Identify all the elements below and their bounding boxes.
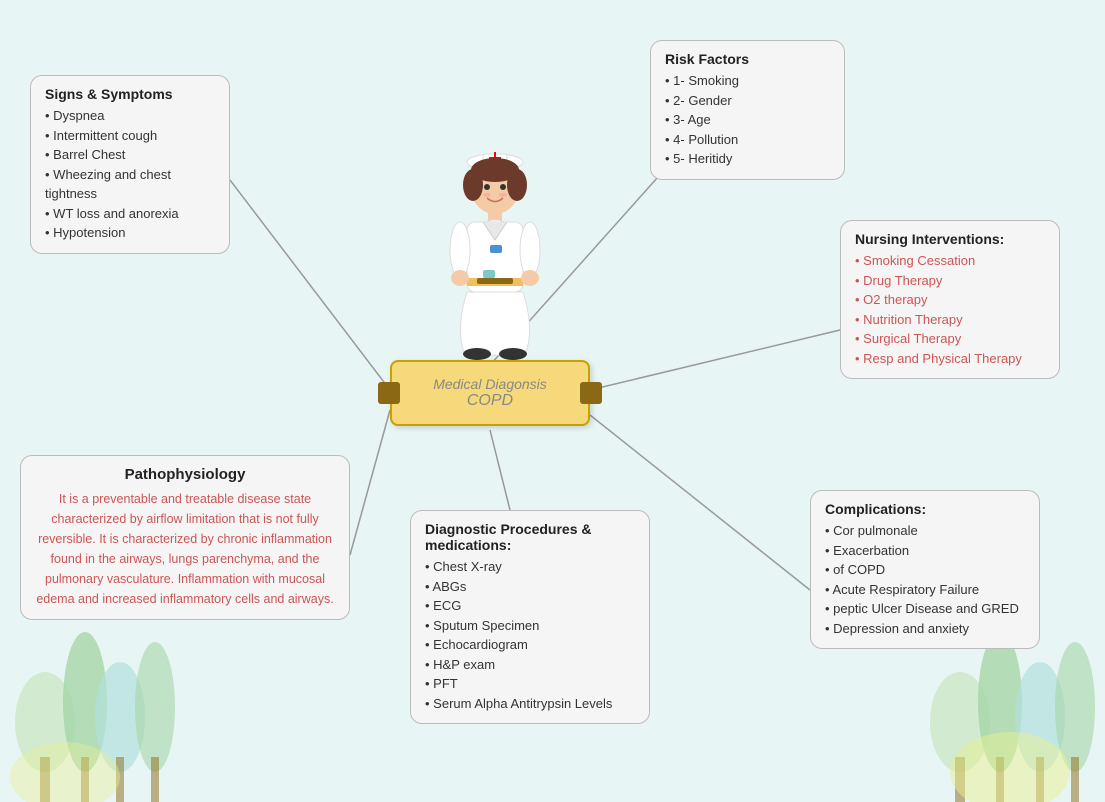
list-item: Barrel Chest: [45, 145, 215, 165]
risk-title: Risk Factors: [665, 51, 830, 67]
list-item: Wheezing and chest tightness: [45, 165, 215, 204]
scroll-handle-left: [378, 382, 400, 404]
list-item: H&P exam: [425, 655, 635, 675]
complications-box: Complications: Cor pulmonaleExacerbation…: [810, 490, 1040, 649]
diag-list: Chest X-rayABGsECGSputum SpecimenEchocar…: [425, 557, 635, 713]
list-item: Hypotension: [45, 223, 215, 243]
list-item: 5- Heritidy: [665, 149, 830, 169]
list-item: Depression and anxiety: [825, 619, 1025, 639]
scroll-handle-right: [580, 382, 602, 404]
nursing-list: Smoking CessationDrug TherapyO2 therapyN…: [855, 251, 1045, 368]
center-banner: Medical Diagonsis COPD: [390, 360, 590, 426]
list-item: WT loss and anorexia: [45, 204, 215, 224]
nursing-interventions-box: Nursing Interventions: Smoking Cessation…: [840, 220, 1060, 379]
list-item: ECG: [425, 596, 635, 616]
list-item: peptic Ulcer Disease and GRED: [825, 599, 1025, 619]
patho-title: Pathophysiology: [35, 466, 335, 483]
list-item: Smoking Cessation: [855, 251, 1045, 271]
list-item: of COPD: [825, 560, 1025, 580]
center-line1: Medical Diagonsis: [404, 376, 576, 392]
signs-title: Signs & Symptoms: [45, 86, 215, 102]
diagnostic-box: Diagnostic Procedures & medications: Che…: [410, 510, 650, 724]
center-line2: COPD: [404, 392, 576, 410]
list-item: Serum Alpha Antitrypsin Levels: [425, 694, 635, 714]
list-item: ABGs: [425, 577, 635, 597]
list-item: Chest X-ray: [425, 557, 635, 577]
list-item: Drug Therapy: [855, 271, 1045, 291]
comp-title: Complications:: [825, 501, 1025, 517]
list-item: Echocardiogram: [425, 635, 635, 655]
list-item: Resp and Physical Therapy: [855, 349, 1045, 369]
signs-list: DyspneaIntermittent coughBarrel ChestWhe…: [45, 106, 215, 243]
risk-factors-box: Risk Factors 1- Smoking2- Gender3- Age4-…: [650, 40, 845, 180]
risk-list: 1- Smoking2- Gender3- Age4- Pollution5- …: [665, 71, 830, 169]
list-item: Acute Respiratory Failure: [825, 580, 1025, 600]
list-item: Intermittent cough: [45, 126, 215, 146]
list-item: Exacerbation: [825, 541, 1025, 561]
list-item: 1- Smoking: [665, 71, 830, 91]
list-item: Nutrition Therapy: [855, 310, 1045, 330]
list-item: Sputum Specimen: [425, 616, 635, 636]
list-item: Cor pulmonale: [825, 521, 1025, 541]
list-item: 4- Pollution: [665, 130, 830, 150]
comp-list: Cor pulmonaleExacerbationof COPDAcute Re…: [825, 521, 1025, 638]
list-item: 3- Age: [665, 110, 830, 130]
list-item: O2 therapy: [855, 290, 1045, 310]
signs-symptoms-box: Signs & Symptoms DyspneaIntermittent cou…: [30, 75, 230, 254]
list-item: Dyspnea: [45, 106, 215, 126]
list-item: Surgical Therapy: [855, 329, 1045, 349]
nursing-title: Nursing Interventions:: [855, 231, 1045, 247]
nurse-figure: [435, 130, 555, 360]
list-item: 2- Gender: [665, 91, 830, 111]
diag-title: Diagnostic Procedures & medications:: [425, 521, 635, 553]
patho-text: It is a preventable and treatable diseas…: [35, 489, 335, 609]
list-item: PFT: [425, 674, 635, 694]
pathophysiology-box: Pathophysiology It is a preventable and …: [20, 455, 350, 620]
